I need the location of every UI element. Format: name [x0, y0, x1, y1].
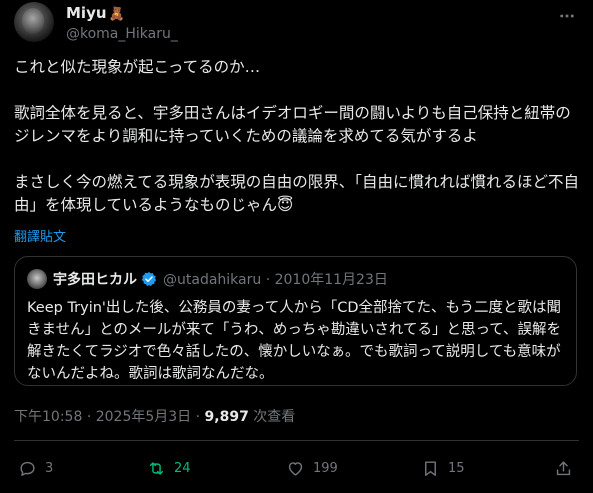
- quoted-avatar: [27, 269, 47, 289]
- quoted-author-handle: @utadahikaru · 2010年11月23日: [163, 269, 388, 289]
- divider: [14, 440, 579, 441]
- more-options-button[interactable]: [555, 4, 579, 28]
- reply-count: 3: [45, 460, 54, 476]
- quoted-handle-text: @utadahikaru: [163, 272, 262, 288]
- meta-separator: ·: [86, 409, 92, 425]
- share-button[interactable]: [554, 454, 573, 482]
- avatar[interactable]: [14, 2, 54, 42]
- quoted-separator: ·: [265, 272, 271, 288]
- like-button[interactable]: 199: [286, 454, 338, 482]
- retweet-count: 24: [174, 460, 191, 476]
- post-time[interactable]: 下午10:58: [14, 409, 82, 425]
- bookmark-button[interactable]: 15: [421, 454, 465, 482]
- quoted-author-name: 宇多田ヒカル: [53, 272, 137, 288]
- more-icon: [560, 14, 574, 18]
- like-count: 199: [313, 460, 338, 476]
- views-label: 次查看: [253, 409, 296, 425]
- meta-separator: ·: [195, 409, 201, 425]
- tweet-header: Miyu 🧸 @koma_Hikaru_: [14, 2, 579, 44]
- author-name-text[interactable]: Miyu: [66, 4, 107, 22]
- view-count: 9,897: [204, 409, 249, 425]
- translate-post-link[interactable]: 翻譯貼文: [14, 226, 66, 245]
- quoted-date: 2010年11月23日: [274, 272, 388, 288]
- bookmark-count: 15: [448, 460, 465, 476]
- author-handle[interactable]: @koma_Hikaru_: [66, 25, 178, 43]
- share-icon: [556, 460, 571, 475]
- heart-icon: [288, 461, 303, 476]
- quoted-tweet-header: 宇多田ヒカル @utadahikaru · 2010年11月23日: [27, 269, 388, 289]
- retweet-button[interactable]: 24: [147, 454, 191, 482]
- post-date[interactable]: 2025年5月3日: [96, 409, 191, 425]
- quoted-tweet[interactable]: 宇多田ヒカル @utadahikaru · 2010年11月23日 Keep T…: [14, 256, 577, 386]
- tweet-text: これと似た現象が起こってるのか… 歌詞全体を見ると、宇多田さんはイデオロギー間の…: [14, 58, 579, 214]
- tweet-meta: 下午10:58 · 2025年5月3日 · 9,897 次查看: [14, 406, 295, 426]
- teddy-bear-emoji: 🧸: [108, 7, 125, 22]
- author-display-name[interactable]: Miyu 🧸: [66, 4, 178, 24]
- verified-badge-icon: [141, 272, 157, 286]
- reply-icon: [20, 461, 35, 476]
- quoted-tweet-text: Keep Tryin'出した後、公務員の妻って人から「CD全部捨てた、もう二度と…: [27, 300, 562, 382]
- retweet-icon: [149, 461, 164, 475]
- author-info: Miyu 🧸 @koma_Hikaru_: [66, 4, 178, 43]
- action-bar: 3 24 199 15: [14, 454, 579, 482]
- reply-button[interactable]: 3: [18, 454, 53, 482]
- bookmark-icon: [425, 460, 436, 476]
